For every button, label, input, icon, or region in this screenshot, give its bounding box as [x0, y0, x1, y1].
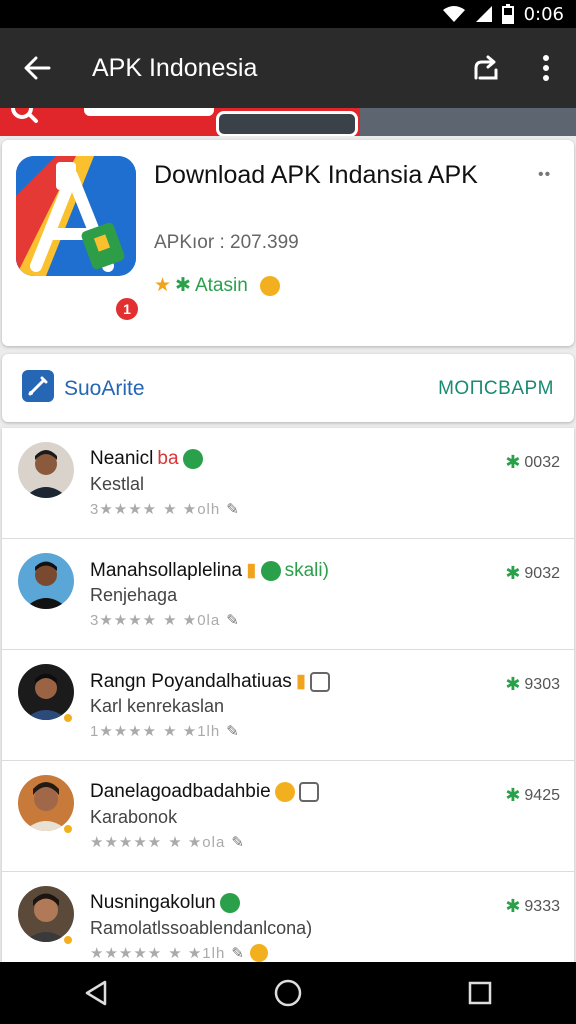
review-meta: 1★★★★ ★ ★1lh ✎: [90, 722, 239, 740]
more-vert-icon: [543, 55, 549, 81]
review-meta: 3★★★★ ★ ★olh ✎: [90, 500, 239, 518]
verified-icon: [260, 560, 281, 581]
list-item[interactable]: Nusningakolun Ramolatlssoablendanlcona) …: [2, 872, 574, 962]
wifi-icon: [442, 5, 466, 23]
strip-tab-indicator: [84, 108, 214, 116]
review-text: Karabonok: [90, 807, 178, 827]
notification-badge: 1: [114, 296, 140, 322]
list-item[interactable]: Danelagoadbadahbie Karabonok ★★★★★ ★ ★ol…: [2, 761, 574, 872]
app-size: APKıor : 207.399: [154, 232, 299, 253]
verified-icon: [182, 449, 203, 469]
review-meta: ★★★★★ ★ ★ola ✎: [90, 833, 244, 851]
list-item[interactable]: Manahsollaplelina ▮ skali) Renjehaga 3★★…: [2, 539, 574, 650]
star-icon: ✱: [505, 896, 521, 916]
review-meta: 3★★★★ ★ ★0la ✎: [90, 611, 239, 629]
nav-back-button[interactable]: [56, 962, 136, 1024]
verified-icon: [219, 893, 240, 913]
app-card[interactable]: 1 Download APK Indansia APK APKıor : 207…: [2, 140, 574, 346]
star-icon: ✱: [505, 563, 521, 583]
star-icon: ✱: [175, 275, 191, 296]
reply-icon[interactable]: ✎: [226, 500, 239, 518]
app-bar: APK Indonesia: [0, 28, 576, 108]
badge-icon: [298, 782, 319, 802]
reply-icon[interactable]: ✎: [231, 944, 244, 962]
reply-icon[interactable]: ✎: [226, 722, 239, 740]
strip-search-field[interactable]: [216, 111, 358, 136]
share-icon: [474, 55, 498, 80]
reviewer-name: Danelagoadbadahbie: [90, 781, 319, 803]
search-icon[interactable]: [10, 108, 40, 129]
lock-icon: ▮: [246, 560, 257, 581]
coin-icon: [259, 275, 280, 296]
status-dot: [62, 934, 74, 946]
more-options-button[interactable]: [516, 28, 576, 108]
star-icon: ✱: [505, 452, 521, 472]
review-score: ✱ 0032: [505, 452, 560, 472]
app-logo: [16, 156, 136, 276]
back-triangle-icon: [85, 980, 107, 1006]
share-button[interactable]: [456, 28, 516, 108]
home-circle-icon: [274, 979, 302, 1007]
app-title: Download APK Indansia APK: [154, 161, 478, 189]
star-icon: ✱: [505, 785, 521, 805]
pen-icon: [22, 370, 54, 407]
badge-icon: [310, 671, 331, 692]
status-dot: [62, 712, 74, 724]
review-text: Kestlal: [90, 474, 145, 494]
reviewer-name: Manahsollaplelina ▮ skali): [90, 559, 329, 582]
recents-square-icon: [468, 981, 492, 1005]
rating-text: Atasin: [194, 274, 248, 296]
write-review-label: SuoArite: [64, 376, 145, 400]
action-card: SuoArite MOΠCBAPM: [2, 354, 574, 422]
list-item[interactable]: Rangn Poyandalhatiuas ▮ Karl kenrekaslan…: [2, 650, 574, 761]
review-score: ✱ 9032: [505, 563, 560, 583]
search-strip: [0, 108, 576, 136]
avatar: [18, 442, 74, 498]
nav-home-button[interactable]: [248, 962, 328, 1024]
reviewer-name: Neanicl ba: [90, 448, 203, 470]
reply-icon[interactable]: ✎: [231, 833, 244, 851]
review-score: ✱ 9425: [505, 785, 560, 805]
reply-icon[interactable]: ✎: [226, 611, 239, 629]
coin-icon: [249, 944, 268, 962]
system-nav-bar: [0, 962, 576, 1024]
status-dot: [62, 823, 74, 835]
app-bar-title: APK Indonesia: [92, 53, 258, 82]
review-text: Karl kenrekaslan: [90, 696, 225, 716]
back-button[interactable]: [0, 28, 74, 108]
review-score: ✱ 9333: [505, 896, 560, 916]
reviewer-name: Rangn Poyandalhatiuas ▮: [90, 670, 331, 693]
status-time: 0:06: [523, 3, 564, 25]
review-text: Renjehaga: [90, 585, 178, 605]
status-bar: 0:06: [0, 0, 576, 28]
review-meta: ★★★★★ ★ ★1lh ✎: [90, 944, 268, 962]
reviewer-name: Nusningakolun: [90, 892, 240, 914]
battery-icon: [501, 4, 514, 24]
write-review-button[interactable]: SuoArite: [22, 370, 145, 407]
coin-icon: [274, 782, 295, 802]
sort-button[interactable]: MOΠCBAPM: [438, 378, 554, 400]
reviews-list: Neanicl ba Kestlal 3★★★★ ★ ★olh ✎ ✱ 0032 M…: [2, 428, 574, 962]
list-item[interactable]: Neanicl ba Kestlal 3★★★★ ★ ★olh ✎ ✱ 0032: [2, 428, 574, 539]
star-icon: ★: [154, 275, 172, 296]
review-text: Ramolatlssoablendanlcona): [90, 918, 313, 938]
avatar: [18, 553, 74, 609]
nav-recents-button[interactable]: [440, 962, 520, 1024]
signal-icon: [474, 5, 494, 23]
arrow-left-icon: [24, 56, 51, 80]
star-icon: ✱: [505, 674, 521, 694]
lock-icon: ▮: [295, 671, 307, 692]
review-score: ✱ 9303: [505, 674, 560, 694]
app-rating: ★ ✱ Atasin: [154, 274, 280, 297]
more-icon[interactable]: ••: [538, 166, 551, 184]
